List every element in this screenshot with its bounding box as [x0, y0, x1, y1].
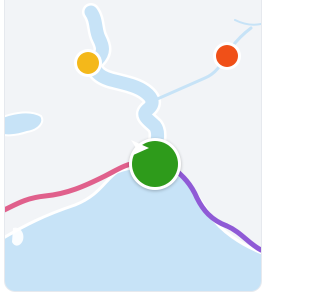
- yellow-location-pin[interactable]: [77, 52, 99, 74]
- stream-top-right: [234, 19, 261, 26]
- navigation-button[interactable]: [129, 138, 181, 190]
- small-lake: [5, 111, 44, 137]
- orange-location-pin[interactable]: [216, 45, 238, 67]
- arrow-right-icon: [131, 140, 149, 156]
- lake: [5, 165, 261, 291]
- river-branch: [153, 26, 253, 102]
- navigation-button-fill: [131, 140, 178, 187]
- map-card[interactable]: [5, 0, 261, 291]
